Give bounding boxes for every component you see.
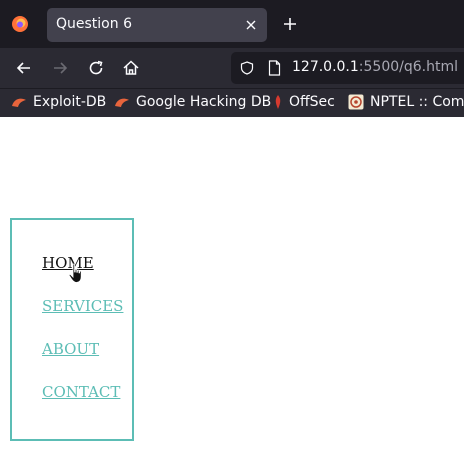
plus-icon[interactable] bbox=[281, 15, 299, 33]
tab-question-6[interactable]: Question 6 bbox=[47, 8, 267, 42]
bookmarks-toolbar: Exploit-DB Google Hacking DB OffSec NPTE… bbox=[0, 88, 464, 117]
home-icon[interactable] bbox=[121, 58, 141, 78]
bookmark-nptel[interactable]: NPTEL :: Comp bbox=[348, 94, 464, 110]
reload-icon[interactable] bbox=[86, 58, 106, 78]
tab-bar: Question 6 bbox=[0, 0, 464, 48]
bookmark-offsec[interactable]: OffSec bbox=[273, 94, 335, 110]
navigation-toolbar: 127.0.0.1:5500/q6.html bbox=[0, 48, 464, 88]
bookmark-label: Google Hacking DB bbox=[136, 94, 272, 110]
back-arrow-icon[interactable] bbox=[14, 58, 34, 78]
url-host: 127.0.0.1 bbox=[292, 59, 359, 75]
nav-link-about[interactable]: ABOUT bbox=[42, 340, 99, 358]
url-text[interactable]: 127.0.0.1:5500/q6.html bbox=[292, 59, 458, 75]
firefox-logo-icon bbox=[12, 16, 28, 32]
nav-link-contact[interactable]: CONTACT bbox=[42, 383, 120, 401]
url-bar[interactable]: 127.0.0.1:5500/q6.html bbox=[231, 52, 464, 84]
offsec-icon bbox=[275, 95, 281, 109]
bookmark-google-hacking-db[interactable]: Google Hacking DB bbox=[114, 94, 271, 110]
exploit-db-icon bbox=[12, 98, 26, 107]
bookmark-label: Exploit-DB bbox=[33, 94, 107, 110]
close-icon[interactable] bbox=[243, 17, 259, 33]
bookmark-label: NPTEL :: Comp bbox=[370, 94, 464, 110]
bookmark-label: OffSec bbox=[289, 94, 335, 110]
navigation-menu: HOME SERVICES ABOUT CONTACT bbox=[10, 218, 134, 441]
hand-pointer-cursor-icon bbox=[68, 263, 82, 283]
url-path: :5500/q6.html bbox=[358, 59, 458, 75]
tab-title: Question 6 bbox=[56, 16, 132, 32]
page-content: HOME SERVICES ABOUT CONTACT bbox=[0, 117, 464, 453]
shield-icon[interactable] bbox=[240, 61, 254, 75]
bookmark-exploit-db[interactable]: Exploit-DB bbox=[11, 94, 106, 110]
nav-link-services[interactable]: SERVICES bbox=[42, 297, 123, 315]
ghdb-icon bbox=[115, 98, 129, 107]
page-icon[interactable] bbox=[268, 60, 281, 76]
forward-arrow-icon[interactable] bbox=[50, 58, 70, 78]
nptel-icon bbox=[348, 94, 364, 110]
browser-chrome: Question 6 127.0.0.1:5500/q6.html Exploi… bbox=[0, 0, 464, 117]
